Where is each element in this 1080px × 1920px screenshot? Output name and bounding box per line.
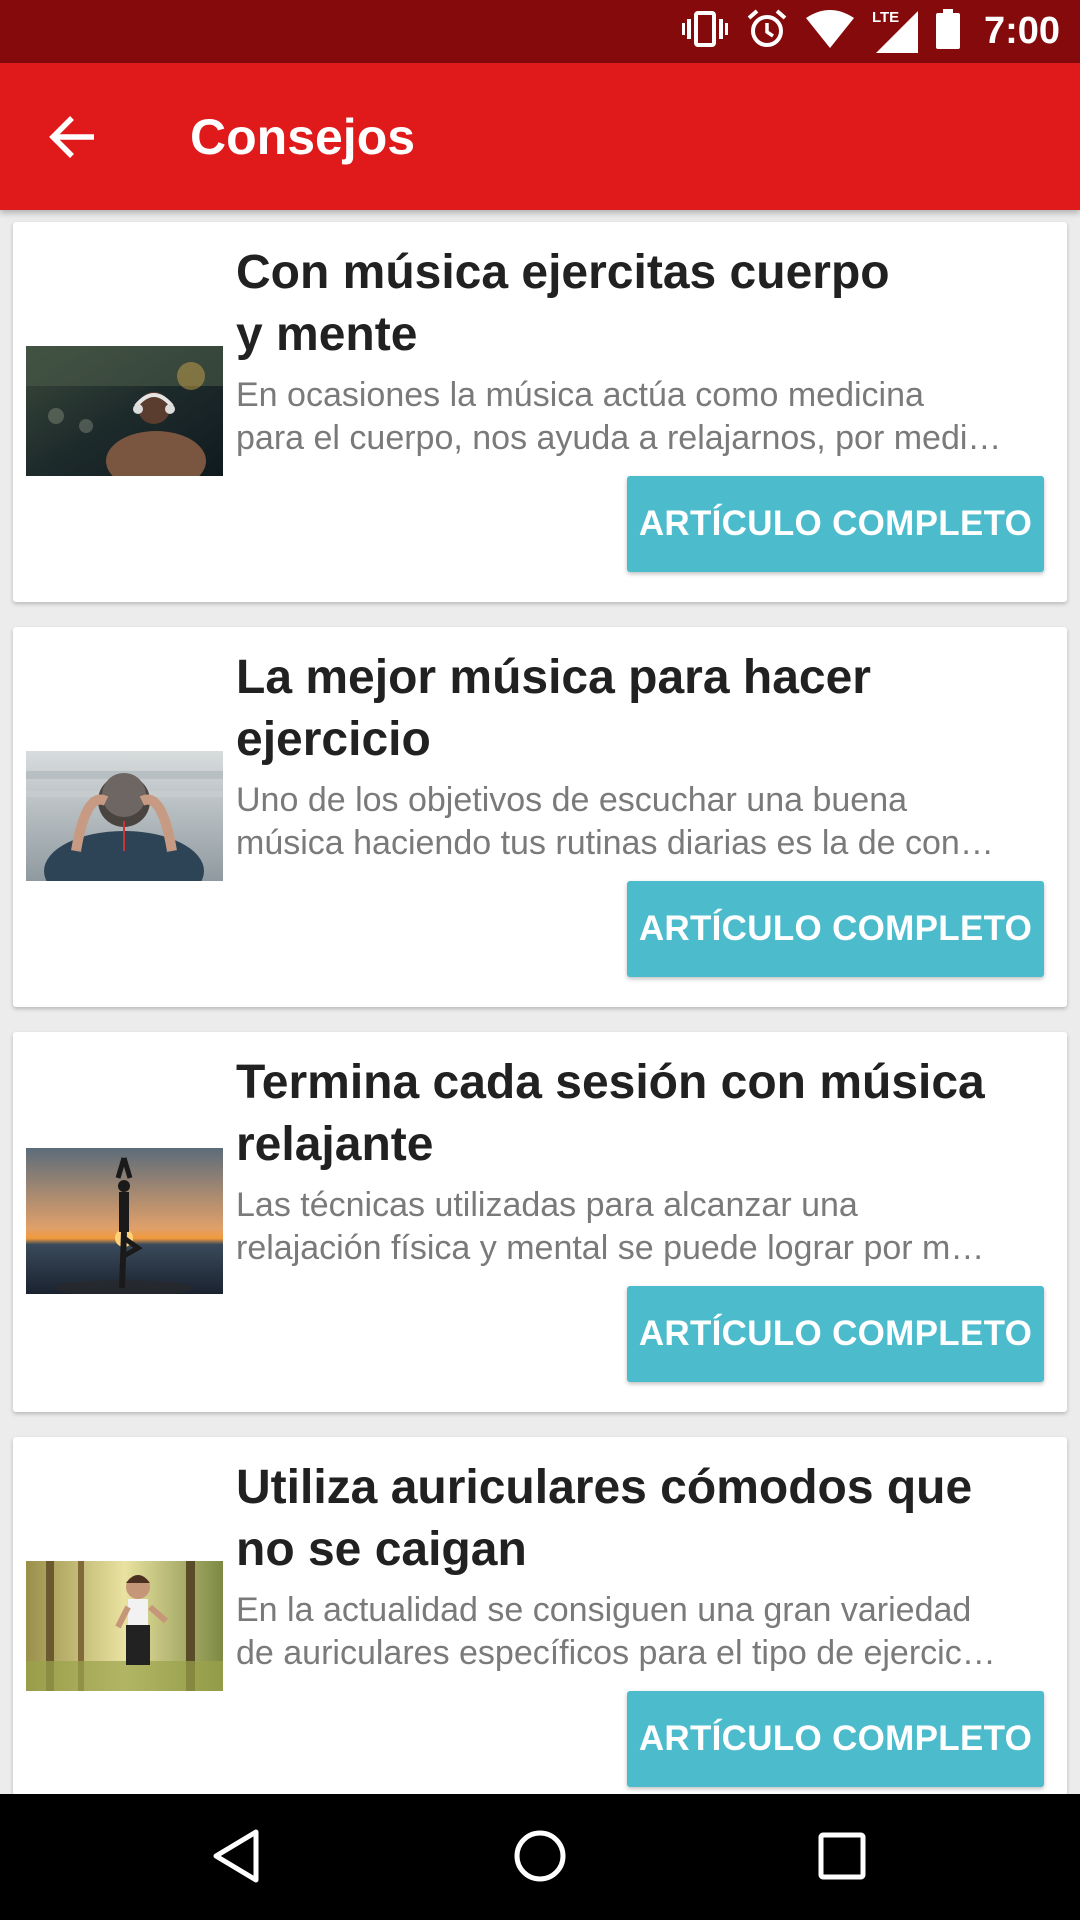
article-thumbnail [26,1561,223,1691]
nav-recents-button[interactable] [800,1816,884,1900]
article-thumbnail [26,751,223,881]
article-description: Las técnicas utilizadas para alcanzar un… [236,1186,985,1267]
article-title: Con música ejercitas cuerpo y mente [236,246,890,361]
status-bar: LTE 7:00 [0,0,1080,63]
full-article-button[interactable]: ARTÍCULO COMPLETO [627,881,1044,977]
navigation-bar [0,1794,1080,1920]
alarm-icon [746,8,788,55]
article-description: En la actualidad se consiguen una gran v… [236,1591,996,1672]
back-button[interactable] [34,101,110,177]
article-title: Termina cada sesión con música relajante [236,1056,985,1171]
lte-signal-icon: LTE [871,8,918,53]
article-thumbnail [26,1148,223,1294]
home-circle-icon [512,1828,568,1889]
vibrate-icon [681,9,728,54]
recents-square-icon [817,1831,867,1886]
article-description: Uno de los objetivos de escuchar una bue… [236,781,994,862]
app-bar: Consejos [0,63,1080,210]
full-article-button[interactable]: ARTÍCULO COMPLETO [627,1691,1044,1787]
article-list[interactable]: Con música ejercitas cuerpo y mente En o… [0,210,1080,1794]
nav-back-button[interactable] [194,1816,278,1900]
article-title: La mejor música para hacer ejercicio [236,651,871,766]
article-card[interactable]: La mejor música para hacer ejercicio Uno… [13,627,1067,1007]
page-title: Consejos [190,109,416,165]
wifi-icon [805,10,854,53]
full-article-button[interactable]: ARTÍCULO COMPLETO [627,1286,1044,1382]
article-card[interactable]: Termina cada sesión con música relajante… [13,1032,1067,1412]
back-triangle-icon [210,1828,262,1889]
lte-label: LTE [871,8,900,26]
article-title: Utiliza auriculares cómodos que no se ca… [236,1461,973,1576]
status-icons: LTE 7:00 [681,0,1060,63]
arrow-back-icon [48,115,96,164]
nav-home-button[interactable] [498,1816,582,1900]
article-thumbnail [26,346,223,476]
article-card[interactable]: Con música ejercitas cuerpo y mente En o… [13,222,1067,602]
full-article-button[interactable]: ARTÍCULO COMPLETO [627,476,1044,572]
article-card[interactable]: Utiliza auriculares cómodos que no se ca… [13,1437,1067,1794]
status-time: 7:00 [983,10,1060,52]
battery-icon [935,9,960,54]
article-description: En ocasiones la música actúa como medici… [236,376,1002,457]
